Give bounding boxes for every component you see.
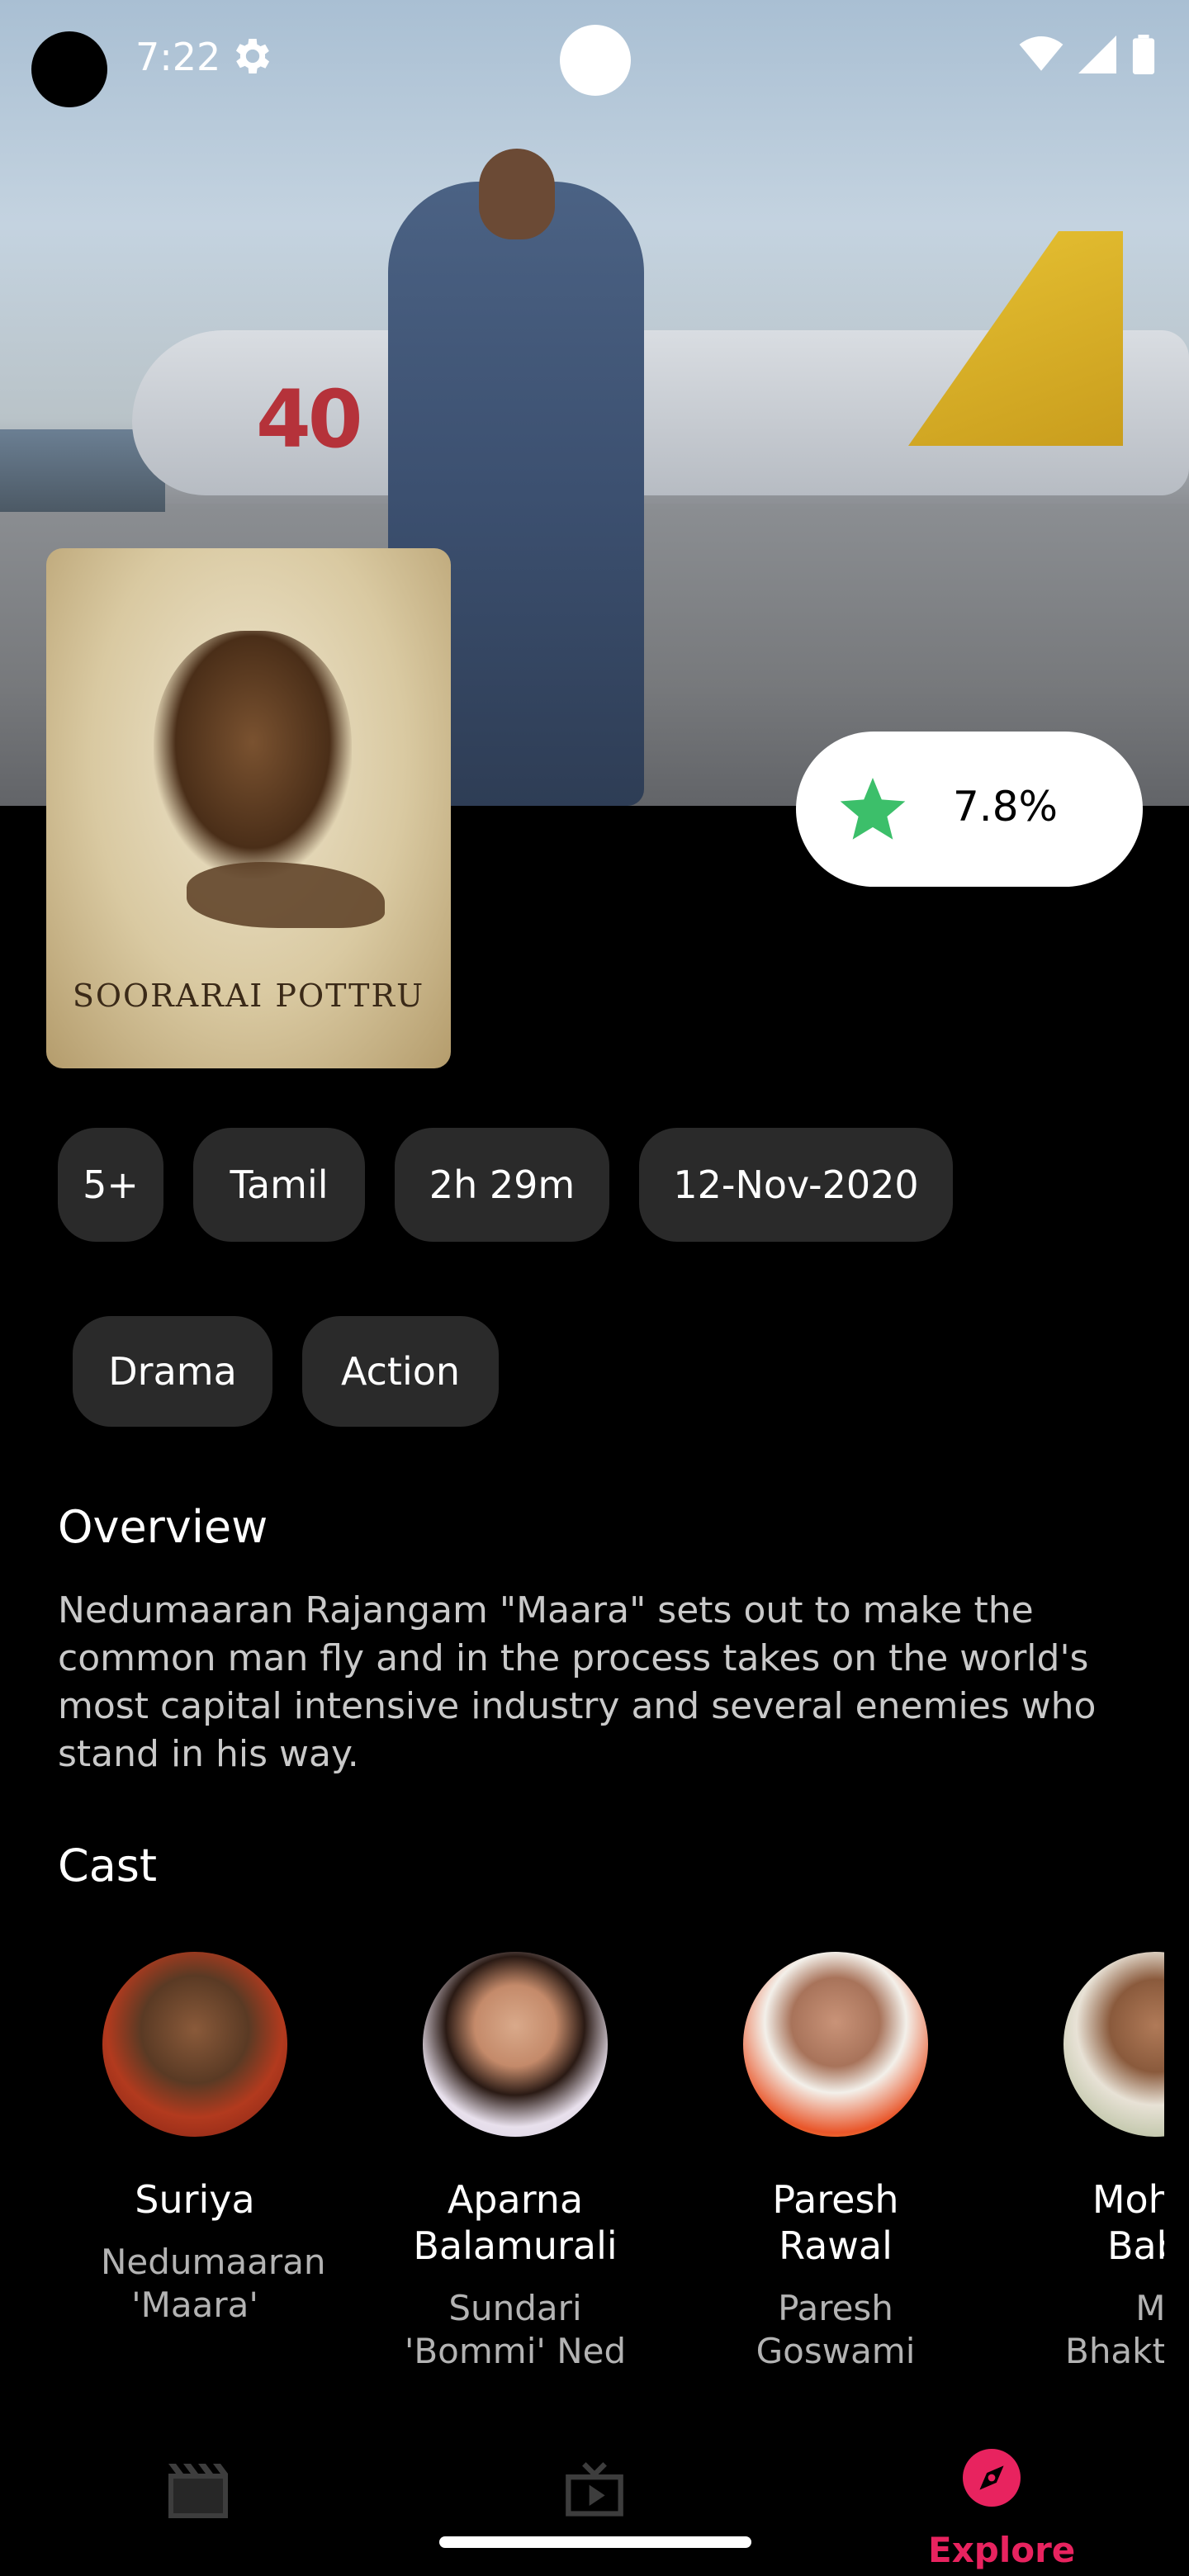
pilot-head <box>479 149 555 239</box>
language-chip: Tamil <box>193 1128 365 1242</box>
camera-cutout <box>31 31 107 107</box>
poster-bird <box>187 862 385 928</box>
info-chips: 5+ Tamil 2h 29m 12-Nov-2020 <box>58 1128 953 1242</box>
poster-face <box>154 631 352 878</box>
cast-role: Paresh Goswami <box>756 2288 916 2371</box>
cast-heading: Cast <box>58 1840 158 1892</box>
bottom-navigation: Explore <box>0 2427 1189 2576</box>
genre-chips: Drama Action <box>73 1316 499 1427</box>
cast-avatar <box>1063 1952 1164 2137</box>
cast-card[interactable]: Paresh Rawal Paresh Goswami <box>712 1952 959 2373</box>
status-time: 7:22 <box>135 35 221 79</box>
explore-compass-icon[interactable] <box>963 2449 1021 2507</box>
status-bar: 7:22 <box>0 0 1189 116</box>
cast-card[interactable]: Aparna Balamurali Sundari 'Bommi' Ned <box>391 1952 639 2373</box>
runtime-chip: 2h 29m <box>395 1128 609 1242</box>
tv-icon[interactable] <box>563 2459 626 2522</box>
nav-label-explore[interactable]: Explore <box>928 2530 1075 2570</box>
movie-poster[interactable]: SOORARAI POTTRU <box>46 548 451 1068</box>
cast-role: M. Bhaktavatsa <box>1065 2288 1164 2371</box>
cast-name: Aparna Balamurali <box>413 2177 618 2268</box>
cast-avatar <box>102 1952 287 2137</box>
genre-chip[interactable]: Action <box>302 1316 499 1427</box>
jet-number: 40 <box>256 373 363 466</box>
cast-avatar <box>743 1952 928 2137</box>
status-icons <box>1019 35 1156 74</box>
genre-chip[interactable]: Drama <box>73 1316 272 1427</box>
front-camera-dot <box>560 25 631 96</box>
release-date-chip: 12-Nov-2020 <box>639 1128 953 1242</box>
rating-value: 7.8% <box>953 783 1059 831</box>
cast-role: Nedumaaran 'Maara' <box>101 2242 326 2325</box>
settings-gear-icon <box>235 39 270 73</box>
cast-role: Sundari 'Bommi' Ned <box>404 2288 627 2371</box>
gesture-home-bar[interactable] <box>439 2536 751 2548</box>
cast-card[interactable]: Suriya Nedumaaran 'Maara' <box>71 1952 326 2327</box>
signal-icon <box>1078 36 1116 73</box>
overview-text: Nedumaaran Rajangam "Maara" sets out to … <box>58 1589 1097 1775</box>
cast-name: Suriya <box>135 2177 255 2222</box>
wifi-icon <box>1019 36 1063 71</box>
battery-icon <box>1132 35 1155 74</box>
rating-badge: 7.8% <box>796 732 1143 887</box>
cast-name: Mohan Babu <box>1092 2177 1164 2268</box>
overview-heading: Overview <box>58 1501 268 1553</box>
cast-list[interactable]: Suriya Nedumaaran 'Maara' Aparna Balamur… <box>0 1952 1164 2398</box>
poster-title: SOORARAI POTTRU <box>72 978 425 1014</box>
age-rating-chip: 5+ <box>58 1128 163 1242</box>
star-icon <box>840 778 906 840</box>
cast-avatar <box>423 1952 608 2137</box>
cast-name: Paresh Rawal <box>772 2177 899 2268</box>
cast-card[interactable]: Mohan Babu M. Bhaktavatsa <box>1032 1952 1164 2373</box>
movies-icon[interactable] <box>168 2464 228 2518</box>
